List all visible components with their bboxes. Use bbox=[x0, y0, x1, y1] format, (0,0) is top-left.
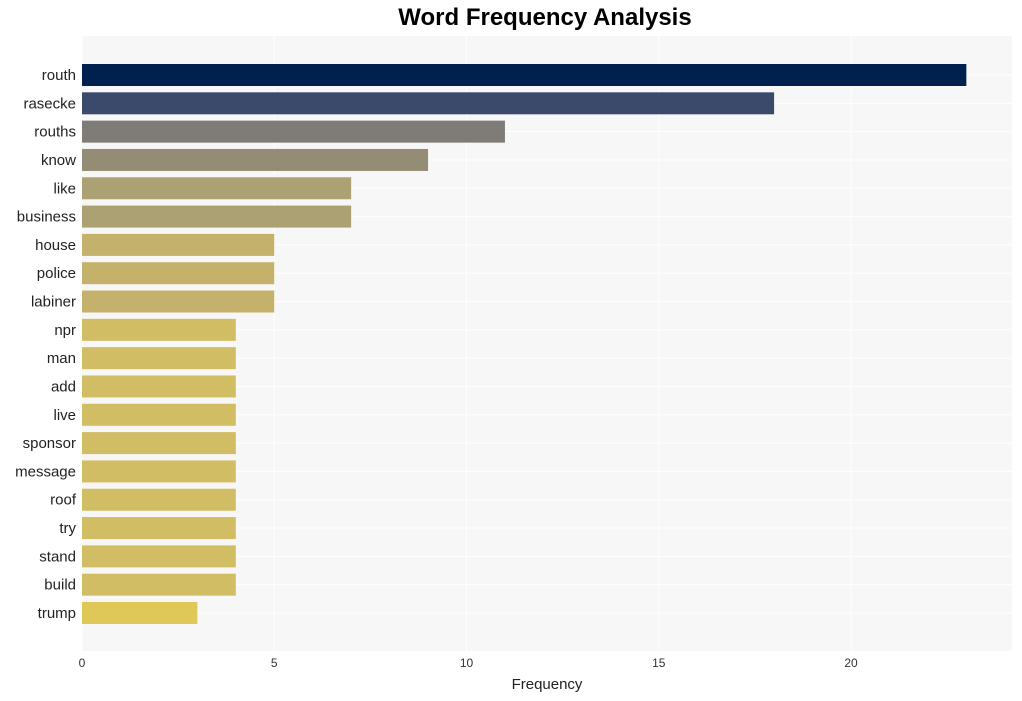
x-tick-label: 15 bbox=[652, 656, 666, 670]
category-label-routh: routh bbox=[42, 67, 76, 84]
category-label-trump: trump bbox=[38, 605, 76, 622]
category-label-try: try bbox=[59, 520, 76, 537]
category-label-man: man bbox=[47, 350, 76, 367]
category-label-rasecke: rasecke bbox=[23, 95, 76, 112]
bar-live bbox=[82, 403, 236, 426]
category-label-labiner: labiner bbox=[31, 294, 76, 311]
bar-stand bbox=[82, 545, 236, 568]
category-label-roof: roof bbox=[50, 492, 77, 509]
bar-trump bbox=[82, 602, 198, 624]
x-tick-labels: 0 5 10 15 20 bbox=[79, 656, 858, 670]
bar-build bbox=[82, 573, 236, 596]
category-label-message: message bbox=[15, 463, 76, 480]
bar-rasecke bbox=[82, 92, 775, 115]
bar-npr bbox=[82, 318, 236, 341]
category-label-business: business bbox=[17, 209, 76, 226]
bar-like bbox=[82, 177, 352, 200]
bar-police bbox=[82, 262, 275, 285]
bar-man bbox=[82, 347, 236, 370]
category-label-rouths: rouths bbox=[34, 124, 76, 141]
bar-house bbox=[82, 233, 275, 256]
category-label-stand: stand bbox=[39, 548, 76, 565]
category-label-sponsor: sponsor bbox=[23, 435, 76, 452]
bar-try bbox=[82, 517, 236, 540]
x-tick-label: 10 bbox=[460, 656, 474, 670]
x-tick-label: 5 bbox=[271, 656, 278, 670]
bar-labiner bbox=[82, 290, 275, 313]
category-label-add: add bbox=[51, 378, 76, 395]
bar-business bbox=[82, 205, 352, 228]
bar-know bbox=[82, 148, 429, 171]
x-tick-label: 0 bbox=[79, 656, 86, 670]
bar-rouths bbox=[82, 120, 505, 143]
x-axis-title: Frequency bbox=[512, 676, 583, 693]
category-label-know: know bbox=[41, 152, 76, 169]
bar-message bbox=[82, 460, 236, 483]
bar-add bbox=[82, 375, 236, 398]
x-tick-label: 20 bbox=[844, 656, 858, 670]
category-label-house: house bbox=[35, 237, 76, 254]
category-label-live: live bbox=[53, 407, 76, 424]
category-label-build: build bbox=[44, 577, 76, 594]
category-labels: routh rasecke rouths know like business house p… bbox=[15, 67, 77, 622]
category-label-police: police bbox=[37, 265, 76, 282]
category-label-npr: npr bbox=[54, 322, 76, 339]
bar-chart: routh rasecke rouths know like business house p… bbox=[15, 36, 1012, 693]
bar-sponsor bbox=[82, 432, 236, 455]
bar-routh bbox=[82, 64, 967, 86]
category-label-like: like bbox=[53, 180, 76, 197]
bar-roof bbox=[82, 488, 236, 511]
